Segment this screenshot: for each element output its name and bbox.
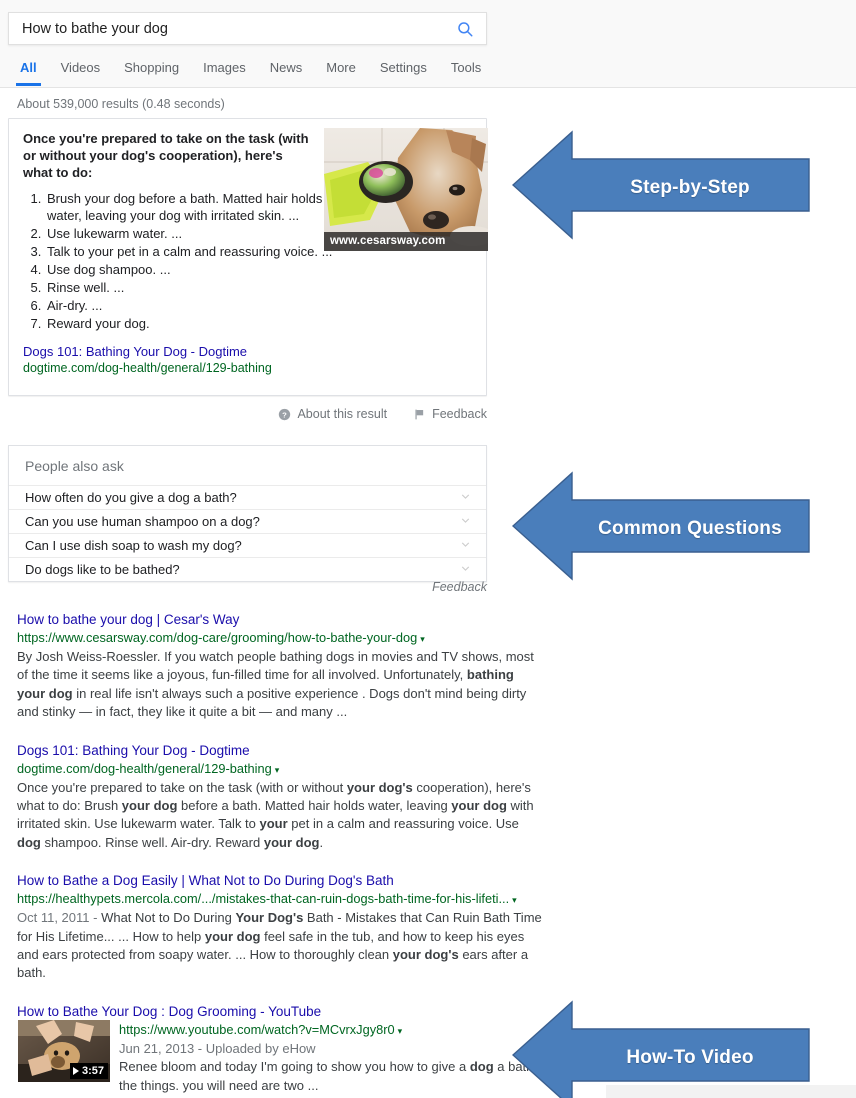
result-url-text: https://www.youtube.com/watch?v=MCvrxJgy… — [119, 1021, 395, 1037]
tab-news[interactable]: News — [258, 56, 315, 80]
thumbnail-caption: www.cesarsway.com — [324, 232, 488, 251]
result-url: https://healthypets.mercola.com/.../mist… — [17, 890, 577, 909]
tab-tools[interactable]: Tools — [439, 56, 493, 80]
paa-question-4[interactable]: Do dogs like to be bathed? — [9, 557, 486, 581]
paa-feedback-link[interactable]: Feedback — [8, 580, 487, 594]
chevron-down-icon[interactable] — [459, 490, 472, 506]
paa-question-label: Can you use human shampoo on a dog? — [25, 514, 260, 529]
result-url: https://www.cesarsway.com/dog-care/groom… — [17, 629, 577, 648]
search-input[interactable] — [9, 20, 444, 37]
featured-snippet-source[interactable]: Dogs 101: Bathing Your Dog - Dogtime dog… — [23, 344, 472, 376]
paa-question-2[interactable]: Can you use human shampoo on a dog? — [9, 509, 486, 533]
chevron-down-icon[interactable] — [459, 562, 472, 578]
tab-videos[interactable]: Videos — [49, 56, 113, 80]
svg-text:?: ? — [283, 410, 288, 419]
result-url-text: https://www.cesarsway.com/dog-care/groom… — [17, 630, 418, 645]
list-item: Brush your dog before a bath. Matted hai… — [45, 190, 323, 224]
video-result-body: https://www.youtube.com/watch?v=MCvrxJgy… — [119, 1021, 577, 1095]
tab-more[interactable]: More — [314, 56, 368, 80]
annotation-arrow-step-by-step: Step-by-Step — [511, 126, 810, 249]
result-description: Renee bloom and today I'm going to show … — [119, 1059, 534, 1093]
google-search-results-page: All Videos Shopping Images News More Set… — [0, 0, 856, 1098]
url-dropdown-caret[interactable]: ▾ — [275, 765, 280, 775]
feedback-button[interactable]: Feedback — [413, 407, 487, 421]
left-arrow-shape — [511, 471, 810, 581]
list-item: Reward your dog. — [45, 315, 472, 332]
paa-question-3[interactable]: Can I use dish soap to wash my dog? — [9, 533, 486, 557]
result-url: https://www.youtube.com/watch?v=MCvrxJgy… — [119, 1021, 577, 1040]
about-this-result-label: About this result — [297, 407, 388, 421]
featured-snippet-card: www.cesarsway.com Once you're prepared t… — [8, 118, 488, 396]
search-result-1: How to bathe your dog | Cesar's Way http… — [17, 611, 577, 722]
list-item: Rinse well. ... — [45, 279, 472, 296]
chevron-down-icon[interactable] — [459, 514, 472, 530]
paa-question-label: Do dogs like to be bathed? — [25, 562, 180, 577]
search-box[interactable] — [8, 12, 487, 45]
search-tabs: All Videos Shopping Images News More Set… — [8, 56, 493, 87]
tab-shopping[interactable]: Shopping — [112, 56, 191, 80]
result-title[interactable]: Dogs 101: Bathing Your Dog - Dogtime — [17, 742, 577, 760]
paa-question-label: How often do you give a dog a bath? — [25, 490, 237, 505]
play-icon — [72, 1066, 79, 1075]
search-result-3: How to Bathe a Dog Easily | What Not to … — [17, 872, 577, 983]
list-item: Air-dry. ... — [45, 297, 472, 314]
source-url: dogtime.com/dog-health/general/129-bathi… — [23, 361, 272, 375]
search-header: All Videos Shopping Images News More Set… — [0, 0, 856, 88]
url-dropdown-caret[interactable]: ▾ — [398, 1026, 403, 1036]
result-title[interactable]: How to bathe your dog | Cesar's Way — [17, 611, 577, 629]
paa-question-1[interactable]: How often do you give a dog a bath? — [9, 485, 486, 509]
search-result-video: How to Bathe Your Dog : Dog Grooming - Y… — [17, 1003, 577, 1095]
result-url: dogtime.com/dog-health/general/129-bathi… — [17, 760, 577, 779]
url-dropdown-caret[interactable]: ▾ — [420, 634, 425, 644]
search-result-2: Dogs 101: Bathing Your Dog - Dogtime dog… — [17, 742, 577, 853]
tab-images[interactable]: Images — [191, 56, 258, 80]
featured-snippet-thumbnail[interactable]: www.cesarsway.com — [324, 128, 488, 251]
featured-snippet-body: www.cesarsway.com Once you're prepared t… — [9, 119, 488, 376]
featured-snippet-lead: Once you're prepared to take on the task… — [23, 131, 309, 180]
annotation-arrow-common-questions: Common Questions — [511, 467, 810, 590]
flag-icon — [413, 408, 426, 421]
list-item: Use dog shampoo. ... — [45, 261, 472, 278]
about-this-result-button[interactable]: ? About this result — [278, 407, 387, 421]
result-stats: About 539,000 results (0.48 seconds) — [17, 97, 225, 111]
people-also-ask-heading: People also ask — [25, 458, 124, 474]
video-duration: 3:57 — [81, 1064, 104, 1077]
result-description: By Josh Weiss-Roessler. If you watch peo… — [17, 649, 534, 720]
paa-question-label: Can I use dish soap to wash my dog? — [25, 538, 242, 553]
result-description: Once you're prepared to take on the task… — [17, 779, 534, 850]
url-dropdown-caret[interactable]: ▾ — [512, 895, 517, 905]
video-upload-meta: Jun 21, 2013 - Uploaded by eHow — [119, 1040, 316, 1056]
video-duration-badge: 3:57 — [69, 1062, 108, 1079]
result-description: Oct 11, 2011 - What Not to Do During You… — [17, 910, 542, 981]
annotation-arrow-how-to-video: How-To Video — [511, 996, 810, 1098]
tab-settings[interactable]: Settings — [368, 56, 439, 80]
result-url-text: dogtime.com/dog-health/general/129-bathi… — [17, 760, 272, 776]
video-thumbnail[interactable]: 3:57 — [18, 1019, 110, 1082]
feedback-label: Feedback — [432, 407, 487, 421]
featured-snippet-footer: ? About this result Feedback — [8, 407, 487, 421]
source-title[interactable]: Dogs 101: Bathing Your Dog - Dogtime — [23, 344, 472, 360]
organic-results-list: How to bathe your dog | Cesar's Way http… — [17, 611, 577, 1098]
search-icon[interactable] — [444, 13, 486, 44]
left-arrow-shape — [511, 1000, 810, 1098]
left-arrow-shape — [511, 130, 810, 240]
result-url-text: https://healthypets.mercola.com/.../mist… — [17, 891, 510, 907]
chevron-down-icon[interactable] — [459, 538, 472, 554]
result-title[interactable]: How to Bathe Your Dog : Dog Grooming - Y… — [17, 1003, 577, 1021]
tab-all[interactable]: All — [8, 56, 49, 86]
result-title[interactable]: How to Bathe a Dog Easily | What Not to … — [17, 872, 577, 890]
people-also-ask-card: People also ask How often do you give a … — [8, 445, 487, 582]
question-circle-icon: ? — [278, 408, 291, 421]
